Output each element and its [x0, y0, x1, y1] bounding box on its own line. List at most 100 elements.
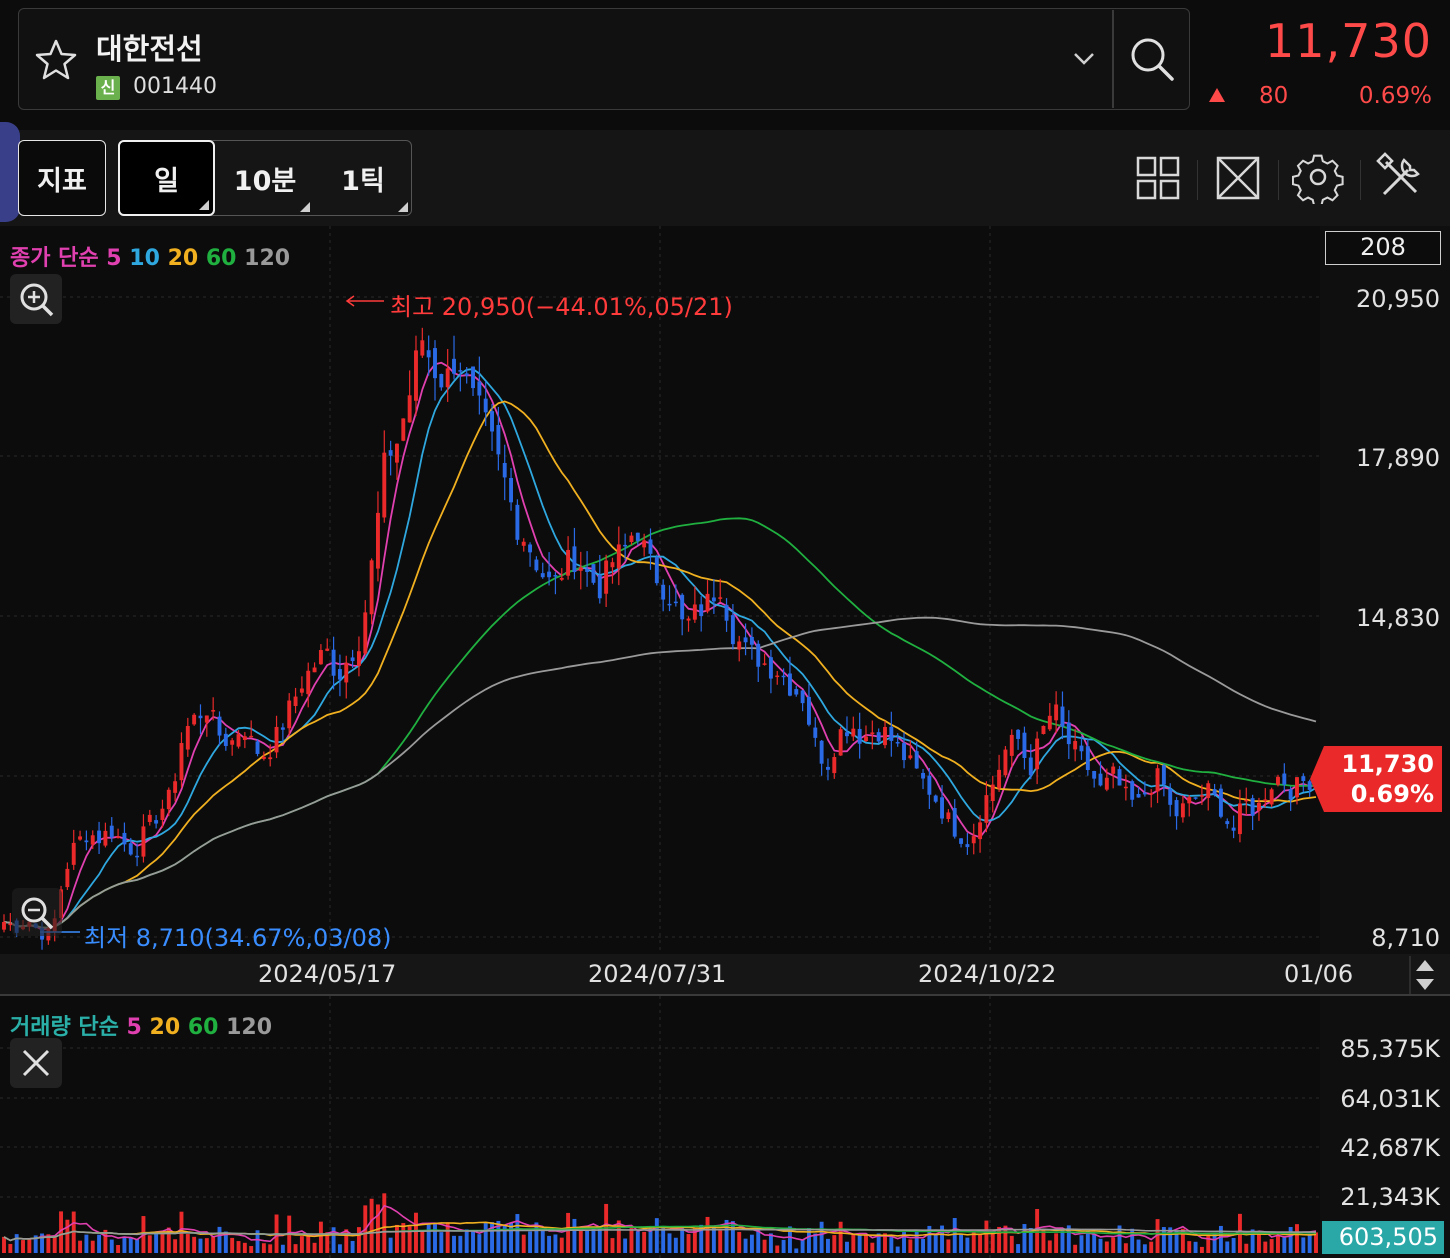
candle	[147, 814, 152, 823]
candle	[1161, 765, 1166, 785]
chevron-down-icon[interactable]	[1070, 44, 1098, 72]
close-icon[interactable]	[10, 1038, 62, 1088]
search-icon[interactable]	[1127, 34, 1177, 84]
candle	[350, 657, 355, 662]
candle	[439, 374, 444, 388]
candle	[737, 641, 742, 650]
candle	[623, 544, 628, 547]
candle	[236, 734, 241, 747]
candle	[1212, 789, 1217, 795]
volume-bar	[1136, 1239, 1141, 1253]
candle	[566, 549, 571, 576]
candle	[420, 340, 425, 356]
candle	[268, 757, 273, 760]
volume-ma-legend[interactable]: 거래량 단순 5 20 60 120	[10, 1009, 272, 1041]
volume-bar	[1199, 1246, 1204, 1253]
volume-bar	[160, 1233, 165, 1253]
candle	[1142, 792, 1147, 795]
scroll-updown-icon[interactable]	[1408, 956, 1442, 994]
fullscreen-icon[interactable]	[1212, 152, 1264, 204]
volume-bar	[192, 1236, 197, 1253]
volume-bar	[147, 1235, 152, 1253]
candle	[578, 567, 583, 571]
volume-bar	[540, 1230, 545, 1253]
candle	[515, 504, 520, 540]
volume-bar	[813, 1233, 818, 1253]
volume-bar	[318, 1221, 323, 1253]
period-day-button[interactable]: 일	[118, 140, 215, 216]
volume-bar	[826, 1238, 830, 1253]
candle	[1123, 786, 1128, 789]
candle	[306, 670, 311, 695]
volume-bar	[857, 1235, 862, 1253]
volume-bar	[1022, 1224, 1027, 1253]
candle	[249, 735, 254, 738]
divider	[1360, 160, 1361, 200]
candle	[1066, 722, 1071, 745]
vma5-legend: 5	[126, 1015, 142, 1040]
star-favorite-icon[interactable]	[34, 38, 78, 82]
candle	[242, 736, 247, 740]
volume-bar	[280, 1244, 285, 1253]
candle	[1016, 729, 1021, 739]
volume-bar	[946, 1239, 951, 1253]
volume-bar	[864, 1234, 868, 1253]
volume-bar	[1244, 1243, 1249, 1253]
volume-bar	[762, 1239, 767, 1253]
candle	[819, 740, 824, 764]
zoom-in-icon[interactable]	[10, 274, 62, 324]
volume-bar	[433, 1222, 437, 1253]
candle	[984, 795, 989, 823]
candle	[1047, 715, 1052, 730]
volume-bar	[477, 1234, 482, 1253]
vma20-legend: 20	[149, 1015, 181, 1040]
period-1tick-button[interactable]: 1틱	[314, 140, 412, 216]
candle	[876, 732, 881, 742]
price-ma-legend[interactable]: 종가 단순 5 10 20 60 120	[10, 240, 290, 272]
side-panel-handle[interactable]	[0, 122, 20, 222]
period-10min-button[interactable]: 10분	[216, 140, 314, 216]
settings-gear-icon[interactable]	[1292, 152, 1344, 204]
volume-bar	[610, 1238, 615, 1253]
candle	[806, 696, 811, 725]
volume-bar	[249, 1246, 254, 1253]
volume-bar	[553, 1234, 558, 1253]
candle	[775, 675, 780, 678]
ma5-legend: 5	[106, 246, 122, 271]
volume-bar	[921, 1238, 925, 1253]
y-tick-label: 14,830	[1356, 604, 1440, 632]
volume-bar	[1288, 1226, 1293, 1253]
candle	[616, 544, 621, 569]
volume-bar	[845, 1241, 849, 1253]
candle	[591, 564, 596, 583]
candle	[185, 725, 190, 750]
volume-bar	[97, 1234, 102, 1253]
candle	[109, 825, 114, 838]
zoom-out-icon[interactable]	[12, 888, 62, 936]
indicator-button[interactable]: 지표	[18, 140, 106, 216]
candle	[1282, 773, 1287, 785]
x-tick-label: 2024/07/31	[588, 960, 727, 988]
volume-bar	[997, 1226, 1002, 1253]
volume-bar	[217, 1226, 222, 1253]
candle	[699, 604, 704, 617]
candle	[768, 657, 773, 679]
volume-bar	[781, 1239, 786, 1253]
stock-chart[interactable]	[0, 226, 1450, 1258]
candle	[1206, 783, 1211, 798]
candle	[141, 826, 146, 857]
candle	[502, 462, 507, 478]
candle	[1054, 704, 1059, 721]
volume-bar	[515, 1214, 520, 1253]
triangle-up-icon	[1209, 88, 1225, 102]
candle	[673, 601, 678, 604]
candle	[547, 571, 552, 578]
visible-candle-count[interactable]: 208	[1325, 231, 1441, 265]
volume-bar	[426, 1224, 431, 1253]
tools-icon[interactable]	[1374, 152, 1426, 204]
volume-bar	[908, 1239, 913, 1253]
candle	[610, 562, 615, 568]
volume-bar	[1269, 1239, 1274, 1253]
volume-bar	[800, 1239, 805, 1253]
grid-layout-icon[interactable]	[1132, 152, 1184, 204]
